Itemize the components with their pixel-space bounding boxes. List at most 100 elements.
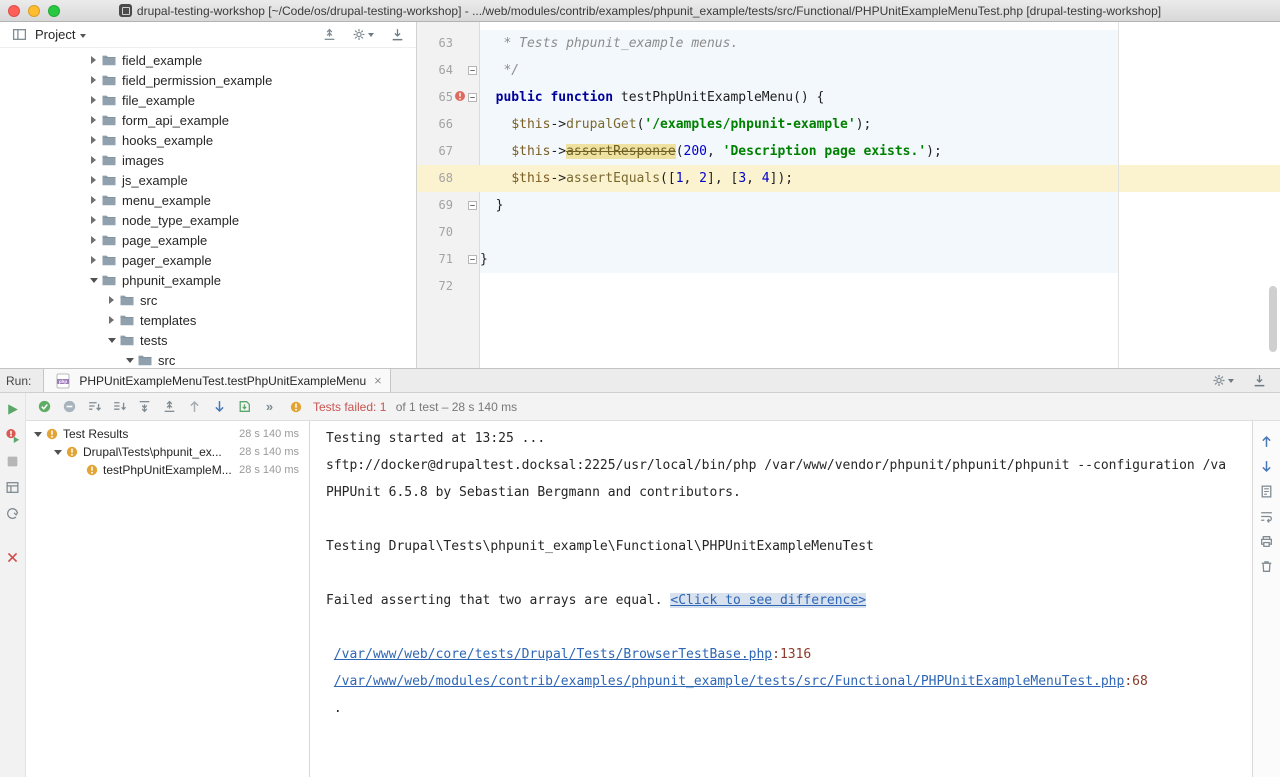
fold-region-icon[interactable] [468, 89, 477, 107]
code-text[interactable]: $this->assertEquals([1, 2], [3, 4]); [480, 165, 1280, 192]
hide-run-panel-button[interactable] [1248, 371, 1270, 391]
run-tab[interactable]: php PHPUnitExampleMenuTest.testPhpUnitEx… [43, 369, 390, 392]
previous-stack-trace-button[interactable] [1256, 431, 1278, 451]
chevron-right-icon[interactable] [88, 175, 99, 186]
gutter-line-63[interactable]: 63 [417, 30, 480, 57]
project-tree-item-hooks_example[interactable]: hooks_example [0, 130, 416, 150]
code-text[interactable]: * Tests phpunit_example menus. [480, 30, 1280, 57]
chevron-right-icon[interactable] [88, 195, 99, 206]
test-tree-item[interactable]: testPhpUnitExampleM...28 s 140 ms [26, 461, 309, 479]
code-text[interactable]: } [480, 246, 1280, 273]
project-tree-item-images[interactable]: images [0, 150, 416, 170]
collapse-all-button[interactable] [158, 397, 180, 417]
project-tree-item-node_type_example[interactable]: node_type_example [0, 210, 416, 230]
fold-region-icon[interactable] [468, 62, 477, 80]
project-header-label[interactable]: Project [35, 27, 75, 42]
chevron-right-icon[interactable] [88, 215, 99, 226]
collapse-all-button[interactable] [318, 25, 340, 45]
chevron-right-icon[interactable] [106, 295, 117, 306]
project-tree-item-js_example[interactable]: js_example [0, 170, 416, 190]
tool-window-icon[interactable] [8, 25, 30, 45]
clear-console-button[interactable] [1256, 556, 1278, 576]
project-tree-item-pager_example[interactable]: pager_example [0, 250, 416, 270]
chevron-right-icon[interactable] [88, 255, 99, 266]
project-tree-item-templates[interactable]: templates [0, 310, 416, 330]
print-console-button[interactable] [1256, 531, 1278, 551]
project-tree-item-menu_example[interactable]: menu_example [0, 190, 416, 210]
zoom-window-button[interactable] [48, 5, 60, 17]
run-settings-button[interactable] [1212, 371, 1234, 391]
console-output[interactable]: Testing started at 13:25 ...sftp://docke… [310, 421, 1252, 777]
project-tree-item-page_example[interactable]: page_example [0, 230, 416, 250]
code-text[interactable]: */ [480, 57, 1280, 84]
chevron-right-icon[interactable] [88, 55, 99, 66]
next-stack-trace-button[interactable] [1256, 456, 1278, 476]
chevron-down-icon[interactable] [52, 447, 63, 458]
test-tree-item[interactable]: Test Results28 s 140 ms [26, 425, 309, 443]
code-text[interactable] [480, 219, 1280, 246]
gutter-line-65[interactable]: 65 [417, 84, 480, 111]
close-run-panel-button[interactable] [2, 547, 24, 567]
chevron-down-icon[interactable] [106, 335, 117, 346]
code-text[interactable]: $this->assertResponse(200, 'Description … [480, 138, 1280, 165]
chevron-right-icon[interactable] [106, 315, 117, 326]
hide-project-panel-button[interactable] [386, 25, 408, 45]
show-ignored-button[interactable] [58, 397, 80, 417]
test-results-tree[interactable]: Test Results28 s 140 msDrupal\Tests\phpu… [26, 421, 310, 777]
project-settings-button[interactable] [352, 25, 374, 45]
close-tab-icon[interactable]: × [374, 373, 382, 388]
show-passed-button[interactable] [33, 397, 55, 417]
chevron-down-icon[interactable] [124, 355, 135, 366]
import-test-results-button[interactable] [233, 397, 255, 417]
project-tree-item-field_example[interactable]: field_example [0, 50, 416, 70]
restore-layout-button[interactable] [2, 477, 24, 497]
next-failed-test-button[interactable] [208, 397, 230, 417]
stop-button[interactable] [2, 451, 24, 471]
project-tree[interactable]: field_examplefield_permission_examplefil… [0, 48, 416, 368]
code-text[interactable]: public function testPhpUnitExampleMenu()… [480, 84, 1280, 111]
sort-by-duration-button[interactable] [83, 397, 105, 417]
export-test-results-button[interactable] [1256, 481, 1278, 501]
chevron-right-icon[interactable] [88, 75, 99, 86]
see-difference-link[interactable]: <Click to see difference> [670, 593, 866, 608]
project-tree-item-src[interactable]: src [0, 350, 416, 368]
failed-test-marker-icon[interactable] [454, 89, 466, 107]
expand-all-button[interactable] [133, 397, 155, 417]
code-text[interactable]: } [480, 192, 1280, 219]
project-tree-item-file_example[interactable]: file_example [0, 90, 416, 110]
fold-region-icon[interactable] [468, 197, 477, 215]
chevron-right-icon[interactable] [88, 95, 99, 106]
chevron-right-icon[interactable] [88, 135, 99, 146]
previous-failed-test-button[interactable] [183, 397, 205, 417]
close-window-button[interactable] [8, 5, 20, 17]
chevron-right-icon[interactable] [88, 155, 99, 166]
soft-wrap-button[interactable] [1256, 506, 1278, 526]
project-tree-item-phpunit_example[interactable]: phpunit_example [0, 270, 416, 290]
chevron-right-icon[interactable] [88, 235, 99, 246]
rerun-test-button[interactable] [2, 399, 24, 419]
code-text[interactable] [480, 273, 1280, 300]
stack-trace-file-link[interactable]: /var/www/web/core/tests/Drupal/Tests/Bro… [334, 647, 772, 662]
gutter-line-66[interactable]: 66 [417, 111, 480, 138]
chevron-right-icon[interactable] [88, 115, 99, 126]
chevron-down-icon[interactable] [88, 275, 99, 286]
fold-region-icon[interactable] [468, 251, 477, 269]
sort-alphabetically-button[interactable] [108, 397, 130, 417]
gutter-line-64[interactable]: 64 [417, 57, 480, 84]
gutter-line-67[interactable]: 67 [417, 138, 480, 165]
gutter-line-68[interactable]: 68 [417, 165, 480, 192]
gutter-line-71[interactable]: 71 [417, 246, 480, 273]
code-text[interactable]: $this->drupalGet('/examples/phpunit-exam… [480, 111, 1280, 138]
rerun-failed-tests-button[interactable] [2, 425, 24, 445]
editor[interactable]: 63 * Tests phpunit_example menus.64 */65… [417, 22, 1280, 368]
gutter-line-70[interactable]: 70 [417, 219, 480, 246]
test-tree-item[interactable]: Drupal\Tests\phpunit_ex...28 s 140 ms [26, 443, 309, 461]
gutter-line-69[interactable]: 69 [417, 192, 480, 219]
editor-scrollbar[interactable] [1269, 286, 1277, 352]
more-options-chevron[interactable]: » [258, 397, 280, 417]
gutter-line-72[interactable]: 72 [417, 273, 480, 300]
project-tree-item-form_api_example[interactable]: form_api_example [0, 110, 416, 130]
project-tree-item-field_permission_example[interactable]: field_permission_example [0, 70, 416, 90]
toggle-auto-test-button[interactable] [2, 503, 24, 523]
project-tree-item-src[interactable]: src [0, 290, 416, 310]
